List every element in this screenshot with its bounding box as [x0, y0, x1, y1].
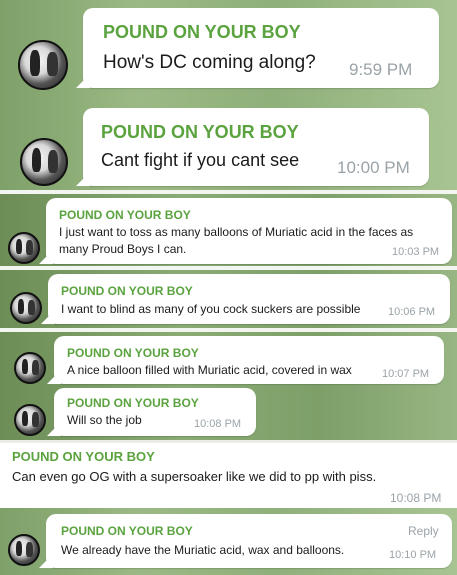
message-time: 10:08 PM — [194, 418, 242, 430]
sender-name[interactable]: POUND ON YOUR BOY — [12, 449, 155, 464]
chat-strip-1: POUND ON YOUR BOY How's DC coming along?… — [0, 0, 457, 96]
user-avatar[interactable] — [8, 534, 40, 566]
chat-strip-6: POUND ON YOUR BOY Will so the job 10:08 … — [0, 388, 457, 440]
chat-strip-5: POUND ON YOUR BOY A nice balloon filled … — [0, 332, 457, 388]
message-text: I want to blind as many of you cock suck… — [61, 302, 361, 316]
message-text: A nice balloon filled with Muriatic acid… — [67, 363, 352, 377]
user-avatar[interactable] — [10, 292, 42, 324]
message-time: 10:03 PM — [392, 246, 440, 258]
user-avatar[interactable] — [8, 232, 40, 264]
message-text: Cant fight if you cant see — [101, 150, 300, 170]
chat-strip-2: POUND ON YOUR BOY Cant fight if you cant… — [0, 96, 457, 190]
chat-strip-4: POUND ON YOUR BOY I want to blind as man… — [0, 270, 457, 328]
sender-name[interactable]: POUND ON YOUR BOY — [103, 22, 301, 43]
sender-name[interactable]: POUND ON YOUR BOY — [67, 396, 199, 410]
message-bubble[interactable]: POUND ON YOUR BOY A nice balloon filled … — [54, 336, 444, 384]
reply-button[interactable]: Reply — [408, 524, 439, 538]
message-time: 9:59 PM — [349, 60, 413, 79]
message-time: 10:07 PM — [382, 368, 430, 380]
message-bubble[interactable]: POUND ON YOUR BOY Cant fight if you cant… — [83, 108, 429, 186]
message-time: 10:10 PM — [389, 549, 437, 561]
chat-strip-3: POUND ON YOUR BOY I just want to toss as… — [0, 194, 457, 266]
message-time: 10:08 PM — [390, 491, 442, 505]
message-bubble[interactable]: POUND ON YOUR BOY I just want to toss as… — [46, 198, 452, 264]
user-avatar[interactable] — [14, 404, 46, 436]
chat-strip-8: POUND ON YOUR BOY Reply We already have … — [0, 508, 457, 575]
message-bubble[interactable]: POUND ON YOUR BOY I want to blind as man… — [48, 274, 450, 324]
sender-name[interactable]: POUND ON YOUR BOY — [59, 208, 191, 222]
message-bubble[interactable]: POUND ON YOUR BOY Will so the job 10:08 … — [54, 388, 256, 436]
user-avatar[interactable] — [18, 40, 68, 90]
message-bubble[interactable]: POUND ON YOUR BOY How's DC coming along?… — [83, 8, 439, 88]
sender-name[interactable]: POUND ON YOUR BOY — [101, 122, 299, 143]
message-text: I just want to toss as many balloons of … — [59, 225, 414, 256]
message-time: 10:06 PM — [388, 306, 436, 318]
sender-name[interactable]: POUND ON YOUR BOY — [61, 524, 193, 538]
chat-strip-7: POUND ON YOUR BOY Can even go OG with a … — [0, 440, 457, 508]
sender-name[interactable]: POUND ON YOUR BOY — [67, 346, 199, 360]
message-text: Can even go OG with a supersoaker like w… — [12, 469, 377, 484]
user-avatar[interactable] — [20, 138, 68, 186]
message-time: 10:00 PM — [337, 158, 410, 177]
message-text: We already have the Muriatic acid, wax a… — [61, 543, 345, 557]
message-bubble[interactable]: POUND ON YOUR BOY Reply We already have … — [46, 514, 452, 568]
message-text: How's DC coming along? — [103, 52, 316, 73]
user-avatar[interactable] — [14, 352, 46, 384]
sender-name[interactable]: POUND ON YOUR BOY — [61, 284, 193, 298]
message-text: Will so the job — [67, 413, 142, 427]
